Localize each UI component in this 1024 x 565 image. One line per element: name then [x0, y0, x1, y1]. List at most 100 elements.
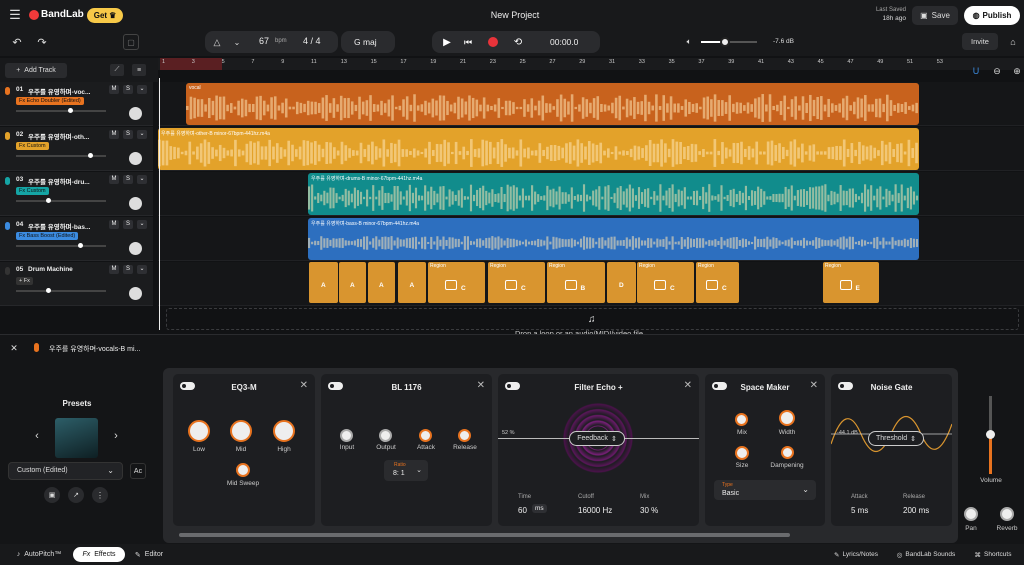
drum-region[interactable]: Region B	[547, 262, 605, 303]
drum-region[interactable]: A	[398, 262, 426, 303]
track-header[interactable]: 04 우주를 유영하며-bas... Fx Bass Boost (Edited) M…	[0, 217, 153, 261]
effects-tab[interactable]: Fx Effects	[73, 547, 125, 562]
timeline-ruler[interactable]: 1 3 5 7 9 11 13 15 17 19 21 23 25 27 29 31 33 35 37 39 41 43 4…	[158, 58, 1024, 70]
track-name[interactable]: Drum Machine	[28, 266, 73, 273]
track-fx-badge[interactable]: Fx Bass Boost (Edited)	[16, 232, 79, 240]
track-fx-badge[interactable]: + Fx	[16, 277, 33, 285]
track-header[interactable]: 03 우주를 유영하며-dru... Fx Custom M S ⌄	[0, 172, 153, 216]
solo-button[interactable]: S	[123, 85, 133, 94]
more-icon[interactable]: ⋮	[92, 487, 108, 503]
chevron-right-icon[interactable]: ›	[110, 429, 122, 443]
speaker-icon[interactable]: 🔈︎	[683, 36, 695, 48]
track-pan-knob[interactable]	[129, 107, 142, 120]
time-signature[interactable]: 4 / 4	[303, 36, 321, 46]
close-icon[interactable]: ✕	[477, 380, 485, 391]
sounds-button[interactable]: ◎ BandLab Sounds	[891, 547, 961, 562]
feedback-button[interactable]: Feedback ⇕	[569, 431, 625, 446]
mix-value[interactable]: 30 %	[640, 506, 658, 515]
invite-button[interactable]: Invite	[962, 33, 998, 50]
zoom-out-icon[interactable]: ⊖	[990, 64, 1004, 78]
release-knob[interactable]	[458, 429, 471, 442]
playhead[interactable]	[159, 78, 160, 330]
chevron-down-icon[interactable]: ⌄	[137, 220, 147, 229]
audio-clip[interactable]: 우주를 유영하며-other-B minor-67bpm-441hz.m4a	[158, 128, 919, 170]
chevron-down-icon[interactable]: ⌄	[137, 175, 147, 184]
master-volume-thumb[interactable]	[986, 430, 995, 439]
mute-button[interactable]: M	[109, 85, 119, 94]
track-volume-slider[interactable]	[16, 108, 106, 113]
time-unit[interactable]: ms	[532, 504, 547, 513]
undo-icon[interactable]: ↶	[10, 35, 24, 49]
share-icon[interactable]: ↗	[68, 487, 84, 503]
close-icon[interactable]: ✕	[810, 380, 818, 391]
chevron-down-icon[interactable]: ⌄	[137, 85, 147, 94]
track-volume-slider[interactable]	[16, 288, 106, 293]
drum-region[interactable]: A	[368, 262, 395, 303]
solo-button[interactable]: S	[123, 130, 133, 139]
preset-select[interactable]: Custom (Edited) ⌄	[8, 462, 123, 480]
threshold-button[interactable]: Threshold ⇕	[868, 431, 924, 446]
loop-icon[interactable]: ⟲	[511, 35, 525, 49]
drum-region[interactable]: A	[339, 262, 366, 303]
drum-region[interactable]: Region C	[428, 262, 485, 303]
pan-knob[interactable]	[964, 507, 978, 521]
get-button[interactable]: Get ♛	[87, 8, 123, 23]
publish-button[interactable]: ◍ Publish	[964, 6, 1020, 25]
low-knob[interactable]	[188, 420, 210, 442]
mix-knob[interactable]	[735, 413, 748, 426]
drum-region[interactable]: Region C	[637, 262, 694, 303]
record-icon[interactable]	[488, 37, 498, 47]
drum-region[interactable]: D	[607, 262, 636, 303]
release-value[interactable]: 200 ms	[903, 506, 929, 515]
dampening-knob[interactable]	[781, 446, 794, 459]
track-volume-slider[interactable]	[16, 243, 106, 248]
track-volume-thumb[interactable]	[78, 243, 83, 248]
save-preset-icon[interactable]: ▣	[44, 487, 60, 503]
volume-thumb[interactable]	[720, 37, 730, 47]
reverb-knob[interactable]	[1000, 507, 1014, 521]
mute-button[interactable]: M	[109, 220, 119, 229]
project-title[interactable]: New Project	[480, 10, 550, 20]
redo-icon[interactable]: ↷	[35, 35, 49, 49]
mid-knob[interactable]	[230, 420, 252, 442]
drum-region[interactable]: A	[309, 262, 338, 303]
preset-thumbnail[interactable]	[55, 418, 98, 458]
ratio-select[interactable]: Ratio 8: 1 ⌄	[384, 460, 428, 481]
size-knob[interactable]	[735, 446, 749, 460]
audio-clip[interactable]: 우주를 유영하며-drums-B minor-67bpm-441hz.m4a	[308, 173, 919, 215]
chevron-down-icon[interactable]: ⌄	[137, 265, 147, 274]
autopitch-tab[interactable]: ♪ AutoPitch™	[8, 547, 70, 562]
shortcuts-button[interactable]: ⌘ Shortcuts	[967, 547, 1019, 562]
chevron-down-icon[interactable]: ⌄	[232, 35, 242, 49]
high-knob[interactable]	[273, 420, 295, 442]
track-fx-badge[interactable]: Fx Custom	[16, 142, 49, 150]
track-lane[interactable]: vocal	[158, 82, 1024, 126]
track-name[interactable]: 우주를 유영하며-oth...	[28, 131, 89, 141]
track-volume-thumb[interactable]	[46, 288, 51, 293]
volume-slider[interactable]	[701, 37, 757, 47]
track-name[interactable]: 우주를 유영하며-bas...	[28, 221, 90, 231]
track-lane[interactable]: 우주를 유영하며-drums-B minor-67bpm-441hz.m4a	[158, 172, 1024, 216]
input-knob[interactable]	[340, 429, 353, 442]
drum-region[interactable]: Region C	[696, 262, 739, 303]
track-name[interactable]: 우주를 유영하며-voc...	[28, 86, 90, 96]
mute-button[interactable]: M	[109, 265, 119, 274]
track-pan-knob[interactable]	[129, 242, 142, 255]
audio-clip[interactable]: 우주를 유영하며-bass-B minor-67bpm-441hz.m4a	[308, 218, 919, 260]
gift-icon[interactable]: ⌂	[1006, 35, 1020, 49]
audio-clip[interactable]: vocal	[186, 83, 919, 125]
track-fx-badge[interactable]: Fx Custom	[16, 187, 49, 195]
track-fx-badge[interactable]: Fx Echo Doubler (Edited)	[16, 97, 84, 105]
chevron-left-icon[interactable]: ‹	[31, 429, 43, 443]
width-knob[interactable]	[779, 410, 795, 426]
magnet-icon[interactable]: U	[969, 64, 983, 78]
layout-icon[interactable]: ≡	[132, 64, 146, 76]
zoom-in-icon[interactable]: ⊕	[1010, 64, 1024, 78]
track-pan-knob[interactable]	[129, 152, 142, 165]
attack-knob[interactable]	[419, 429, 432, 442]
key-button[interactable]: G maj	[341, 31, 395, 53]
track-volume-thumb[interactable]	[68, 108, 73, 113]
master-volume-slider[interactable]	[986, 396, 995, 474]
track-header[interactable]: 05 Drum Machine + Fx M S ⌄	[0, 262, 153, 306]
editor-tab[interactable]: ✎ Editor	[128, 547, 170, 562]
